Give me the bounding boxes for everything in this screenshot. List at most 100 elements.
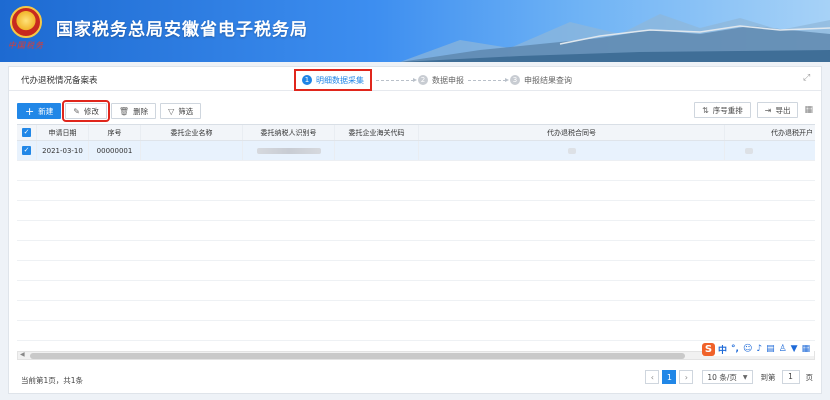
- row-select-cell[interactable]: ✓: [17, 141, 37, 160]
- prev-page-button[interactable]: ‹: [645, 370, 660, 384]
- empty-row: [17, 261, 815, 281]
- export-icon: ⇥: [764, 105, 772, 115]
- cell-customs-code: [335, 141, 419, 160]
- toolbox-icon[interactable]: ▦: [802, 344, 811, 354]
- delete-button[interactable]: 🗑 删除: [110, 103, 157, 119]
- chevron-left-icon: ‹: [650, 372, 654, 382]
- step-connector: [468, 77, 509, 82]
- column-header: 委托纳税人识别号: [243, 125, 335, 140]
- select-all-cell[interactable]: ✓: [17, 125, 37, 140]
- right-toolbar: ⇅ 序号重排 ⇥ 导出 ▦: [694, 102, 813, 118]
- page-number-button[interactable]: 1: [662, 370, 677, 384]
- filter-button[interactable]: ▽ 筛选: [160, 103, 202, 119]
- cell-account: [725, 141, 815, 160]
- new-button[interactable]: + 新建: [17, 103, 62, 119]
- column-header: 委托企业海关代码: [335, 125, 419, 140]
- reorder-button-label: 序号重排: [712, 105, 743, 115]
- pagination: ‹ 1 › 10 条/页 ▼ 到第 1 页: [645, 370, 813, 384]
- ime-toolbar[interactable]: S 中 °, ☺ ♪ ▤ ♙ ▼ ▦: [702, 342, 815, 356]
- sort-icon: ⇅: [702, 105, 709, 115]
- great-wall-banner: [400, 14, 830, 62]
- edit-button[interactable]: ✎ 修改: [62, 100, 110, 122]
- column-header: 序号: [89, 125, 141, 140]
- table-row[interactable]: ✓ 2021-03-10 00000001: [17, 141, 815, 161]
- scroll-left-icon[interactable]: ◀: [20, 351, 25, 358]
- page-size-value: 10 条/页: [707, 372, 737, 382]
- site-header: 中国税务 国家税务总局安徽省电子税务局: [0, 0, 830, 62]
- tax-emblem-icon: [10, 6, 42, 38]
- emblem-caption: 中国税务: [8, 41, 44, 50]
- reorder-button[interactable]: ⇅ 序号重排: [694, 102, 751, 118]
- redacted-value: [745, 147, 753, 154]
- action-toolbar: + 新建 ✎ 修改 🗑 删除 ▽ 筛选: [17, 100, 205, 122]
- column-settings-icon[interactable]: ▦: [804, 105, 813, 115]
- select-all-checkbox[interactable]: ✓: [22, 128, 31, 137]
- punctuation-icon[interactable]: °,: [731, 344, 739, 354]
- empty-row: [17, 221, 815, 241]
- microphone-icon[interactable]: ♪: [756, 344, 762, 354]
- cell-date: 2021-03-10: [37, 141, 89, 160]
- edit-icon: ✎: [73, 106, 80, 116]
- cell-contract-no: [419, 141, 725, 160]
- form-title: 代办退税情况备案表: [21, 76, 98, 86]
- empty-row: [17, 181, 815, 201]
- redacted-value: [567, 147, 576, 154]
- delete-button-label: 删除: [133, 106, 149, 116]
- main-panel: 代办退税情况备案表 1 明细数据采集 2 数据申报 3 申报结果查询 ⤢ + 新…: [8, 66, 822, 394]
- step-label: 数据申报: [432, 75, 464, 85]
- column-header: 申请日期: [37, 125, 89, 140]
- step-number: 1: [302, 75, 312, 85]
- emoji-icon[interactable]: ☺: [743, 344, 752, 354]
- empty-row: [17, 301, 815, 321]
- cell-seq: 00000001: [89, 141, 141, 160]
- export-button[interactable]: ⇥ 导出: [756, 102, 799, 118]
- export-button-label: 导出: [775, 105, 791, 115]
- step-detail-collection[interactable]: 1 明细数据采集: [294, 69, 372, 91]
- trash-icon: 🗑: [118, 106, 130, 116]
- site-title: 国家税务总局安徽省电子税务局: [56, 20, 308, 40]
- step-result-query[interactable]: 3 申报结果查询: [510, 75, 572, 86]
- keyboard-icon[interactable]: ▤: [766, 344, 775, 354]
- empty-row: [17, 161, 815, 181]
- empty-row: [17, 241, 815, 261]
- column-header: 委托企业名称: [141, 125, 243, 140]
- goto-page-input[interactable]: 1: [781, 370, 800, 384]
- cell-taxpayer-id: [243, 141, 335, 160]
- step-label: 申报结果查询: [524, 75, 572, 85]
- step-label: 明细数据采集: [316, 75, 364, 85]
- ime-mode-indicator[interactable]: 中: [718, 343, 727, 356]
- step-number: 3: [510, 75, 520, 85]
- data-table: ✓ 申请日期 序号 委托企业名称 委托纳税人识别号 委托企业海关代码 代办退税合…: [17, 124, 815, 342]
- fullscreen-icon[interactable]: ⤢: [803, 73, 813, 83]
- column-header: 代办退税开户: [771, 128, 813, 137]
- page-info: 当前第1页，共1条: [21, 376, 84, 385]
- step-number: 2: [418, 75, 428, 85]
- page-size-select[interactable]: 10 条/页 ▼: [702, 370, 753, 384]
- edit-button-label: 修改: [83, 106, 99, 116]
- skin-icon[interactable]: ▼: [791, 344, 798, 354]
- form-topbar: 代办退税情况备案表 1 明细数据采集 2 数据申报 3 申报结果查询 ⤢: [9, 67, 821, 91]
- empty-row: [17, 321, 815, 341]
- empty-row: [17, 201, 815, 221]
- scrollbar-thumb[interactable]: [30, 353, 685, 359]
- column-header: 代办退税合同号: [419, 125, 725, 140]
- step-connector: [376, 77, 417, 82]
- table-header: ✓ 申请日期 序号 委托企业名称 委托纳税人识别号 委托企业海关代码 代办退税合…: [17, 125, 815, 141]
- sogou-logo-icon[interactable]: S: [702, 342, 715, 356]
- filter-button-label: 筛选: [178, 106, 194, 116]
- next-page-button[interactable]: ›: [679, 370, 694, 384]
- chevron-right-icon: ›: [684, 372, 688, 382]
- user-icon[interactable]: ♙: [779, 344, 787, 354]
- new-button-label: 新建: [38, 106, 54, 116]
- step-progress: 1 明细数据采集 2 数据申报 3 申报结果查询: [294, 69, 572, 91]
- goto-label: 到第: [760, 372, 776, 382]
- page-unit-label: 页: [805, 372, 814, 382]
- redacted-value: [256, 147, 321, 154]
- plus-icon: +: [25, 104, 35, 118]
- row-checkbox[interactable]: ✓: [22, 146, 31, 155]
- horizontal-scrollbar[interactable]: ◀: [17, 351, 815, 360]
- empty-row: [17, 281, 815, 301]
- chevron-down-icon: ▼: [742, 373, 748, 381]
- filter-icon: ▽: [168, 106, 175, 116]
- step-data-declaration[interactable]: 2 数据申报: [418, 75, 464, 86]
